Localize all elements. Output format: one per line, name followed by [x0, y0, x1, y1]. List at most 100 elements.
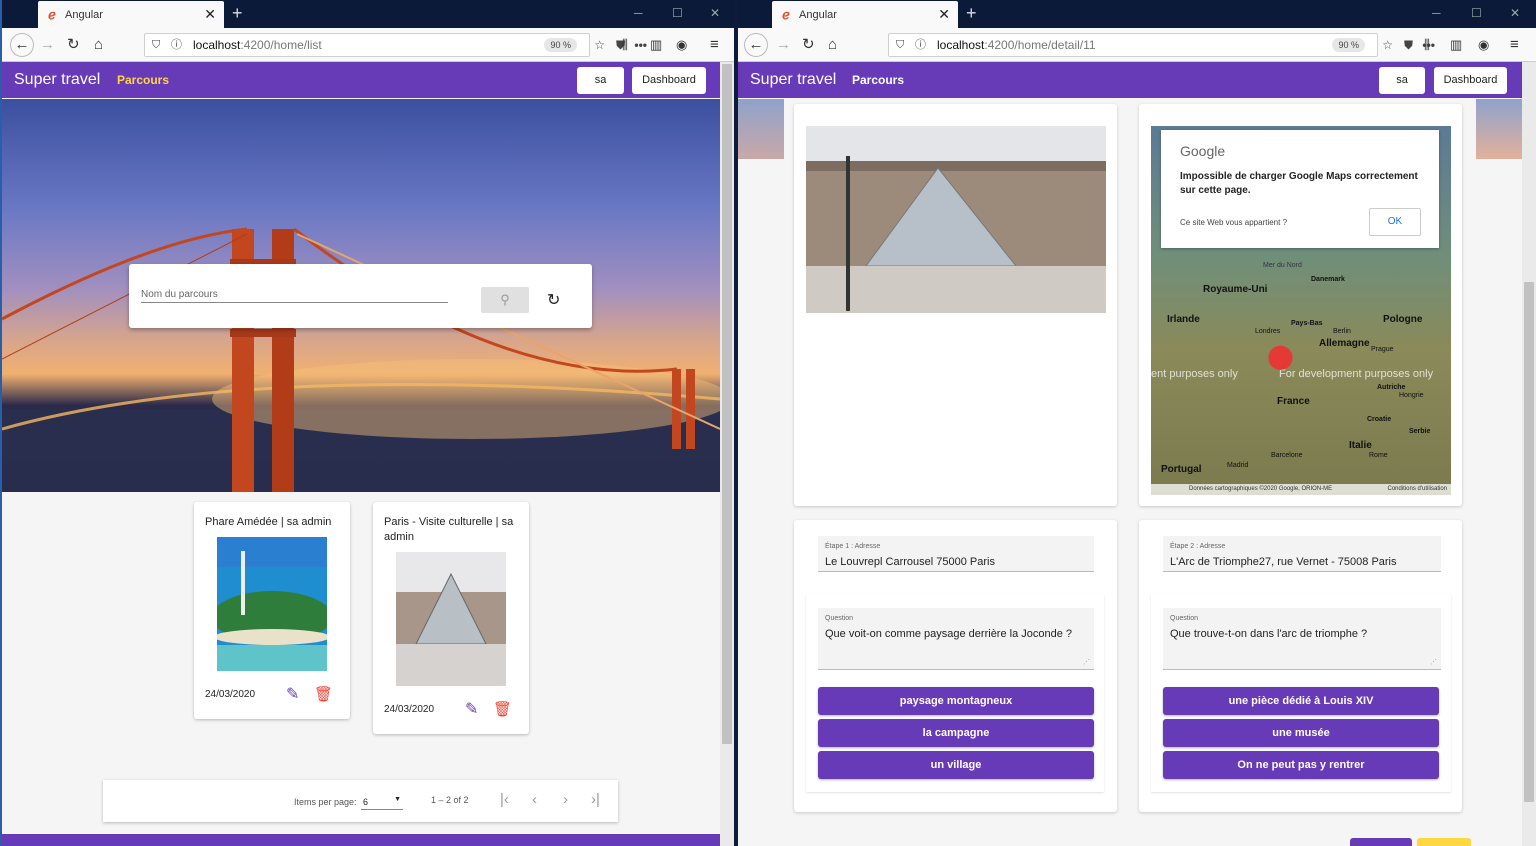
- map-marker-icon[interactable]: ⬤: [1267, 342, 1294, 371]
- nav-link-parcours[interactable]: Parcours: [852, 73, 904, 87]
- user-button[interactable]: sa: [1379, 67, 1425, 94]
- items-per-page-select[interactable]: 6 ▼: [361, 792, 403, 810]
- library-icon[interactable]: ⫼: [1424, 36, 1430, 54]
- google-logo: Google: [1180, 143, 1226, 159]
- menu-icon[interactable]: ≡: [1510, 36, 1519, 54]
- home-icon[interactable]: ⌂: [828, 36, 837, 54]
- scroll-thumb[interactable]: [1524, 282, 1534, 802]
- home-icon[interactable]: ⌂: [94, 36, 103, 54]
- pocket-icon[interactable]: ⛊: [1404, 34, 1413, 56]
- account-icon[interactable]: ◉: [1478, 36, 1489, 54]
- back-icon[interactable]: ←: [744, 33, 768, 57]
- reload-icon[interactable]: ↻: [802, 36, 815, 54]
- edit-icon[interactable]: ✎: [465, 699, 478, 719]
- maximize-icon[interactable]: ☐: [1471, 6, 1482, 20]
- action-button-accent[interactable]: [1417, 838, 1471, 846]
- browser-tab[interactable]: ℯ Angular ✕: [772, 1, 958, 28]
- answer-button[interactable]: un village: [818, 751, 1094, 779]
- map-label: Hongrie: [1399, 392, 1424, 399]
- user-button[interactable]: sa: [577, 67, 624, 94]
- answer-button[interactable]: la campagne: [818, 719, 1094, 747]
- library-icon[interactable]: ⫼: [622, 36, 628, 54]
- dashboard-button[interactable]: Dashboard: [632, 67, 706, 94]
- maximize-icon[interactable]: ☐: [672, 6, 683, 20]
- sidebar-icon[interactable]: ▥: [1450, 36, 1462, 54]
- dialog-ok-button[interactable]: OK: [1369, 208, 1421, 236]
- minimize-icon[interactable]: ─: [634, 6, 643, 20]
- zoom-indicator[interactable]: 90 %: [544, 38, 577, 52]
- close-window-icon[interactable]: ✕: [1510, 6, 1520, 20]
- background-image-edge: [1476, 99, 1522, 159]
- question-field[interactable]: Question Que trouve-t-on dans l'arc de t…: [1163, 608, 1441, 670]
- paginator: Items per page: 6 ▼ 1 – 2 of 2 |‹ ‹ › ›|: [103, 780, 618, 822]
- search-button[interactable]: ⚲: [481, 287, 529, 313]
- bookmark-star-icon[interactable]: ☆: [1382, 34, 1393, 56]
- map-terms-link[interactable]: Conditions d'utilisation: [1387, 484, 1447, 495]
- resize-handle-icon[interactable]: ⋰: [1083, 658, 1090, 666]
- new-tab-icon[interactable]: +: [966, 3, 977, 24]
- answer-button[interactable]: une pièce dédié à Louis XIV: [1163, 687, 1439, 715]
- shield-icon[interactable]: ⛉: [896, 34, 904, 56]
- menu-icon[interactable]: ≡: [710, 36, 719, 54]
- close-window-icon[interactable]: ✕: [710, 6, 720, 20]
- route-card[interactable]: Paris - Visite culturelle | sa admin 24/…: [373, 502, 529, 734]
- map[interactable]: Royaume-Uni Irlande Pologne Allemagne Fr…: [1151, 126, 1451, 495]
- card-title: Paris - Visite culturelle | sa admin: [384, 516, 514, 543]
- address-bar[interactable]: ⛉ ⓘ localhost:4200/home/list 90 % ••• ⛊ …: [144, 33, 647, 57]
- search-input[interactable]: Nom du parcours: [141, 289, 448, 303]
- question-card: Question Que voit-on comme paysage derri…: [806, 594, 1104, 792]
- question-field[interactable]: Question Que voit-on comme paysage derri…: [818, 608, 1094, 670]
- search-card: Nom du parcours ⚲ ↻: [129, 264, 592, 328]
- first-page-icon[interactable]: |‹: [500, 791, 509, 808]
- scrollbar[interactable]: [720, 62, 734, 846]
- map-label: Rome: [1369, 452, 1388, 459]
- brand-title[interactable]: Super travel: [750, 71, 836, 89]
- search-icon: ⚲: [500, 292, 510, 307]
- info-icon[interactable]: ⓘ: [915, 34, 926, 56]
- shield-icon[interactable]: ⛉: [152, 34, 160, 56]
- address-field[interactable]: Étape 2 : Adresse L'Arc de Triomphe27, r…: [1163, 536, 1441, 572]
- new-tab-icon[interactable]: +: [232, 3, 243, 24]
- nav-link-parcours[interactable]: Parcours: [117, 73, 169, 87]
- back-icon[interactable]: ←: [10, 33, 34, 57]
- map-label: Barcelone: [1271, 452, 1303, 459]
- map-label: Londres: [1255, 328, 1281, 335]
- account-icon[interactable]: ◉: [676, 36, 687, 54]
- question-value: Que voit-on comme paysage derrière la Jo…: [825, 628, 1073, 640]
- delete-icon[interactable]: 🗑: [314, 685, 333, 703]
- prev-page-icon[interactable]: ‹: [532, 791, 537, 808]
- dialog-site-link[interactable]: Ce site Web vous appartient ?: [1180, 218, 1287, 227]
- answer-button[interactable]: On ne peut pas y rentrer: [1163, 751, 1439, 779]
- scrollbar[interactable]: [1522, 62, 1536, 846]
- delete-icon[interactable]: 🗑: [493, 700, 512, 718]
- map-label: Prague: [1371, 346, 1394, 353]
- address-bar[interactable]: ⛉ ⓘ localhost:4200/home/detail/11 90 % •…: [888, 33, 1435, 57]
- reload-icon[interactable]: ↻: [67, 36, 80, 54]
- page-actions-icon[interactable]: •••: [634, 34, 647, 56]
- card-date: 24/03/2020: [384, 704, 435, 715]
- map-label: France: [1277, 396, 1310, 407]
- browser-tab[interactable]: ℯ Angular ✕: [38, 1, 224, 28]
- scroll-thumb[interactable]: [722, 64, 732, 744]
- minimize-icon[interactable]: ─: [1432, 6, 1441, 20]
- bookmark-star-icon[interactable]: ☆: [594, 34, 605, 56]
- answer-button[interactable]: une musée: [1163, 719, 1439, 747]
- next-page-icon[interactable]: ›: [563, 791, 568, 808]
- sidebar-icon[interactable]: ▥: [650, 36, 662, 54]
- forward-icon[interactable]: →: [776, 36, 791, 54]
- action-button-primary[interactable]: [1350, 838, 1412, 846]
- edit-icon[interactable]: ✎: [286, 684, 299, 704]
- address-field[interactable]: Étape 1 : Adresse Le Louvrepl Carrousel …: [818, 536, 1094, 572]
- refresh-icon[interactable]: ↻: [547, 290, 560, 310]
- answer-button[interactable]: paysage montagneux: [818, 687, 1094, 715]
- route-card[interactable]: Phare Amédée | sa admin 24/03/2020 ✎ 🗑: [194, 502, 350, 719]
- forward-icon[interactable]: →: [40, 36, 55, 54]
- brand-title[interactable]: Super travel: [14, 71, 100, 89]
- close-tab-icon[interactable]: ✕: [938, 6, 950, 23]
- info-icon[interactable]: ⓘ: [171, 34, 182, 56]
- zoom-indicator[interactable]: 90 %: [1332, 38, 1365, 52]
- dashboard-button[interactable]: Dashboard: [1434, 67, 1507, 94]
- close-tab-icon[interactable]: ✕: [204, 6, 216, 23]
- last-page-icon[interactable]: ›|: [591, 791, 600, 808]
- resize-handle-icon[interactable]: ⋰: [1430, 658, 1437, 666]
